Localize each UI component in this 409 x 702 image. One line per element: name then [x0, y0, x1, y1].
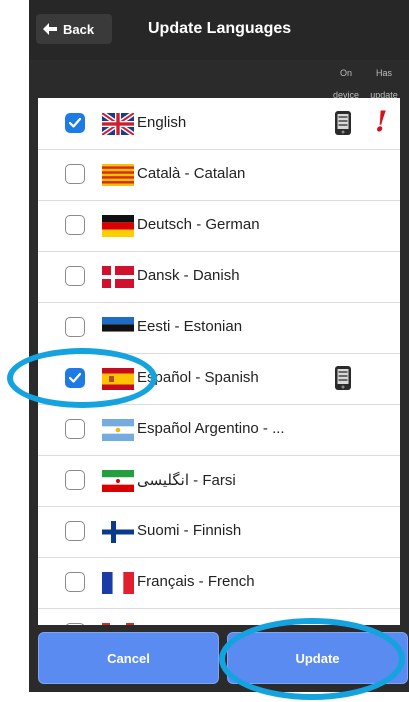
germany-flag-icon	[102, 215, 134, 237]
language-row[interactable]: Español - Spanish	[38, 353, 400, 405]
language-label: Deutsch - German	[137, 216, 260, 233]
back-arrow-icon	[43, 23, 57, 35]
language-label: Español Argentino - ...	[137, 420, 285, 437]
language-checkbox[interactable]	[65, 266, 85, 286]
france-flag-icon	[102, 572, 134, 594]
language-list[interactable]: English! Català - Catalan Deutsch - German…	[38, 98, 400, 625]
catalonia-flag-icon	[102, 164, 134, 186]
language-checkbox[interactable]	[65, 368, 85, 388]
language-label: English	[137, 114, 187, 131]
language-label: Français - French	[137, 573, 255, 590]
update-available-icon: !	[375, 105, 388, 138]
uk-flag-icon	[102, 113, 134, 135]
language-label: انگلیسی - Farsi	[137, 472, 236, 489]
language-checkbox[interactable]	[65, 470, 85, 490]
page-title: Update Languages	[148, 20, 292, 37]
language-checkbox[interactable]	[65, 317, 85, 337]
language-label: Español - Spanish	[137, 369, 259, 386]
language-row[interactable]: Deutsch - German	[38, 200, 400, 252]
language-label: Eesti - Estonian	[137, 318, 243, 335]
estonia-flag-icon	[102, 317, 134, 339]
language-row[interactable]: Eesti - Estonian	[38, 302, 400, 354]
language-row[interactable]: Català - Catalan	[38, 149, 400, 201]
language-row[interactable]: Suomi - Finnish	[38, 506, 400, 558]
back-button[interactable]: Back	[36, 14, 112, 44]
language-label: Suomi - Finnish	[137, 522, 242, 539]
language-label: Dansk - Danish	[137, 267, 240, 284]
denmark-flag-icon	[102, 266, 134, 288]
column-header-on-device-line1: On	[339, 68, 352, 78]
language-checkbox[interactable]	[65, 164, 85, 184]
cancel-button[interactable]: Cancel	[38, 632, 219, 684]
language-row[interactable]: انگلیسی - Farsi	[38, 455, 400, 507]
language-row[interactable]: Español Argentino - ...	[38, 404, 400, 456]
language-checkbox[interactable]	[65, 113, 85, 133]
language-checkbox[interactable]	[65, 572, 85, 592]
language-row[interactable]: English!	[38, 98, 400, 150]
on-device-icon	[334, 110, 352, 141]
argentina-flag-icon	[102, 419, 134, 441]
update-button[interactable]: Update	[227, 632, 408, 684]
language-checkbox[interactable]	[65, 419, 85, 439]
language-checkbox[interactable]	[65, 521, 85, 541]
language-row[interactable]: Français Canadien	[38, 608, 400, 625]
iran-flag-icon	[102, 470, 134, 492]
back-button-label: Back	[63, 21, 95, 37]
finland-flag-icon	[102, 521, 134, 543]
column-header-has-update-line1: Has	[375, 68, 392, 78]
spain-flag-icon	[102, 368, 134, 390]
language-row[interactable]: Dansk - Danish	[38, 251, 400, 303]
language-row[interactable]: Français - French	[38, 557, 400, 609]
on-device-icon	[334, 365, 352, 396]
language-checkbox[interactable]	[65, 215, 85, 235]
language-label: Català - Catalan	[137, 165, 246, 182]
